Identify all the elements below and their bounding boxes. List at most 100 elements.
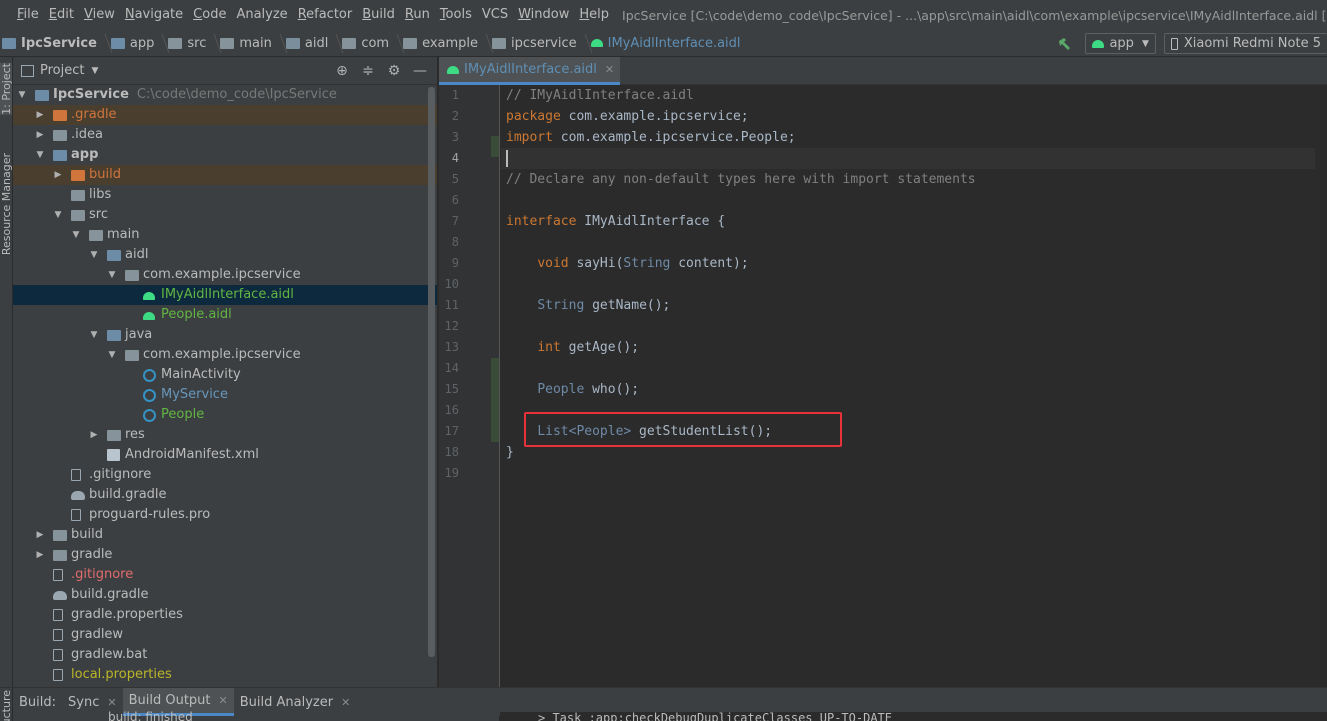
tree-item[interactable]: build.gradle [13,485,437,505]
locate-icon[interactable]: ⊕ [334,63,350,79]
tree-item[interactable]: .gitignore [13,565,437,585]
chevron-down-icon[interactable]: ▼ [91,66,98,76]
resource-manager-tab[interactable]: Resource Manager [0,153,12,255]
breadcrumb-item[interactable]: IpcService [0,36,101,51]
menu-tools[interactable]: Tools [435,0,477,30]
tree-item[interactable]: ▶ gradle [13,545,437,565]
close-icon[interactable]: ✕ [341,696,350,709]
chevron-right-icon[interactable]: ▶ [35,545,45,565]
menu-help[interactable]: Help [574,0,614,30]
tree-item[interactable]: ▶ build [13,165,437,185]
tree-item[interactable]: AndroidManifest.xml [13,445,437,465]
run-config-combo[interactable]: app ▼ [1085,33,1156,54]
chevron-right-icon[interactable]: ▶ [89,425,99,445]
editor-scrollbar[interactable] [1315,85,1327,687]
menu-view[interactable]: View [79,0,120,30]
menu-edit[interactable]: Edit [44,0,79,30]
gear-icon[interactable]: ⚙ [386,63,402,79]
close-icon[interactable]: ✕ [605,63,614,76]
menu-file[interactable]: File [12,0,44,30]
chevron-down-icon[interactable]: ▼ [17,85,27,105]
tree-item[interactable]: gradle.properties [13,605,437,625]
structure-tool-tab[interactable]: Structure [0,688,13,721]
tree-item[interactable]: ▶ .gradle [13,105,437,125]
editor-tab-active[interactable]: IMyAidlInterface.aidl ✕ [439,57,621,85]
tree-item[interactable]: .gitignore [13,465,437,485]
breadcrumb-item[interactable]: IMyAidlInterface.aidl [589,36,745,51]
menu-vcs[interactable]: VCS [477,0,513,30]
tree-item[interactable]: gradlew [13,625,437,645]
chevron-right-icon[interactable]: ▶ [35,105,45,125]
menu-code[interactable]: Code [188,0,231,30]
tree-item-label: main [107,227,140,242]
gradle-icon [53,591,67,600]
tree-item[interactable]: People.aidl [13,305,437,325]
breadcrumb-item[interactable]: com [340,36,393,51]
phone-icon [1170,37,1178,50]
chevron-down-icon[interactable]: ▼ [71,225,81,245]
menu-navigate[interactable]: Navigate [120,0,188,30]
close-icon[interactable]: ✕ [107,696,116,709]
tree-item-label: .gradle [71,107,117,122]
close-icon[interactable]: ✕ [219,694,228,707]
tree-item[interactable]: ▼ app [13,145,437,165]
tree-root[interactable]: ▼ IpcService C:\code\demo_code\IpcService [13,85,437,105]
menu-refactor[interactable]: Refactor [293,0,358,30]
breadcrumb-item[interactable]: example [401,36,482,51]
chevron-down-icon[interactable]: ▼ [53,205,63,225]
tree-item[interactable]: ▶ build [13,525,437,545]
minimize-icon[interactable]: — [412,63,428,79]
tree-item[interactable]: ▼ java [13,325,437,345]
tree-item[interactable]: ▼ main [13,225,437,245]
tree-item-label: gradlew.bat [71,647,148,662]
tree-item[interactable]: ▼ com.example.ipcservice [13,265,437,285]
tree-item[interactable]: libs [13,185,437,205]
tree-item[interactable]: MainActivity [13,365,437,385]
breadcrumb-item[interactable]: app [109,36,158,51]
tab-build-analyzer[interactable]: Build Analyzer ✕ [234,688,357,716]
chevron-right-icon[interactable]: ▶ [35,125,45,145]
breadcrumb-item[interactable]: ipcservice [490,36,581,51]
tree-item[interactable]: ▶ .idea [13,125,437,145]
chevron-down-icon[interactable]: ▼ [89,245,99,265]
project-view-selector[interactable]: Project [40,63,84,78]
build-hammer-icon[interactable] [1057,37,1071,51]
chevron-down-icon[interactable]: ▼ [89,325,99,345]
tree-item[interactable]: People [13,405,437,425]
tree-item[interactable]: local.properties [13,665,437,685]
breadcrumb-item[interactable]: aidl [284,36,332,51]
tree-item[interactable]: ▼ com.example.ipcservice [13,345,437,365]
chevron-down-icon[interactable]: ▼ [107,265,117,285]
tree-item[interactable]: MyService [13,385,437,405]
device-combo[interactable]: Xiaomi Redmi Note 5 [1163,33,1327,54]
file-icon [53,629,63,641]
editor: IMyAidlInterface.aidl ✕ 1 2 3 4 5 6 7 8 9 10 11 12 1… [439,57,1327,687]
breadcrumb-item[interactable]: main [218,36,275,51]
chevron-down-icon[interactable]: ▼ [35,145,45,165]
tree-item[interactable]: proguard-rules.pro [13,505,437,525]
tree-item[interactable]: gradlew.bat [13,645,437,665]
tree-item-label: People [161,407,205,422]
change-marker[interactable] [491,136,499,157]
tree-item[interactable]: ▼ aidl [13,245,437,265]
tree-item-label: aidl [125,247,149,262]
project-tool-tab[interactable]: 1: Project [0,63,12,115]
tree-item[interactable]: IMyAidlInterface.aidl [13,285,437,305]
tree-item[interactable]: ▼ src [13,205,437,225]
chevron-right-icon[interactable]: ▶ [35,525,45,545]
tree-item[interactable]: build.gradle [13,585,437,605]
chevron-down-icon[interactable]: ▼ [107,345,117,365]
breadcrumb-item[interactable]: src [166,36,210,51]
chevron-right-icon[interactable]: ▶ [53,165,63,185]
tree-scrollbar[interactable] [428,87,435,657]
menu-build[interactable]: Build [357,0,400,30]
tree-item[interactable]: ▶ res [13,425,437,445]
menu-analyze[interactable]: Analyze [231,0,292,30]
collapse-all-icon[interactable]: ≑ [360,63,376,79]
folder-icon [403,37,418,49]
menu-window[interactable]: Window [513,0,574,30]
line-number: 6 [451,193,459,207]
code-area[interactable]: // IMyAidlInterface.aidl package com.exam… [501,85,1327,687]
change-marker[interactable] [491,358,499,442]
menu-run[interactable]: Run [400,0,435,30]
